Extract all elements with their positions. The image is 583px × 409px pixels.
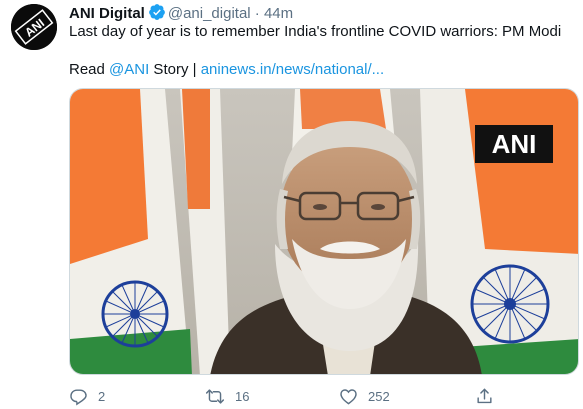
left-flag	[70, 89, 230, 374]
retweet-count: 16	[235, 388, 250, 404]
avatar[interactable]: ANI	[11, 4, 57, 50]
like-button[interactable]: 252	[339, 383, 390, 409]
tweet-actions: 2 16 252	[69, 383, 509, 409]
tweet-read-line: Read @ANI Story | aninews.in/news/nation…	[69, 60, 384, 80]
heart-icon	[340, 388, 357, 405]
mention-link[interactable]: @ANI	[109, 61, 149, 78]
reply-count: 2	[98, 388, 106, 404]
retweet-button[interactable]: 16	[205, 383, 249, 409]
reply-button[interactable]: 2	[69, 383, 105, 409]
read-prefix: Read	[69, 61, 110, 78]
media-photo: ANI	[70, 89, 578, 374]
author-name[interactable]: ANI Digital	[69, 5, 145, 22]
tweet-header: ANI Digital @ani_digital · 44m	[69, 3, 293, 23]
article-link[interactable]: aninews.in/news/national/...	[201, 61, 384, 78]
ani-watermark: ANI	[492, 129, 537, 159]
retweet-icon	[205, 388, 225, 404]
tweet-text-line: Last day of year is to remember India's …	[69, 23, 562, 40]
share-icon	[477, 388, 492, 403]
tweet-time[interactable]: 44m	[264, 5, 293, 22]
author-handle[interactable]: @ani_digital	[168, 5, 251, 22]
ani-logo-icon: ANI	[11, 4, 57, 50]
separator-dot: ·	[254, 5, 260, 22]
reply-icon	[70, 388, 87, 406]
tweet-media-image[interactable]: ANI	[69, 88, 579, 375]
share-button[interactable]	[475, 383, 494, 409]
like-count: 252	[368, 388, 390, 404]
story-text: Story |	[149, 61, 201, 78]
